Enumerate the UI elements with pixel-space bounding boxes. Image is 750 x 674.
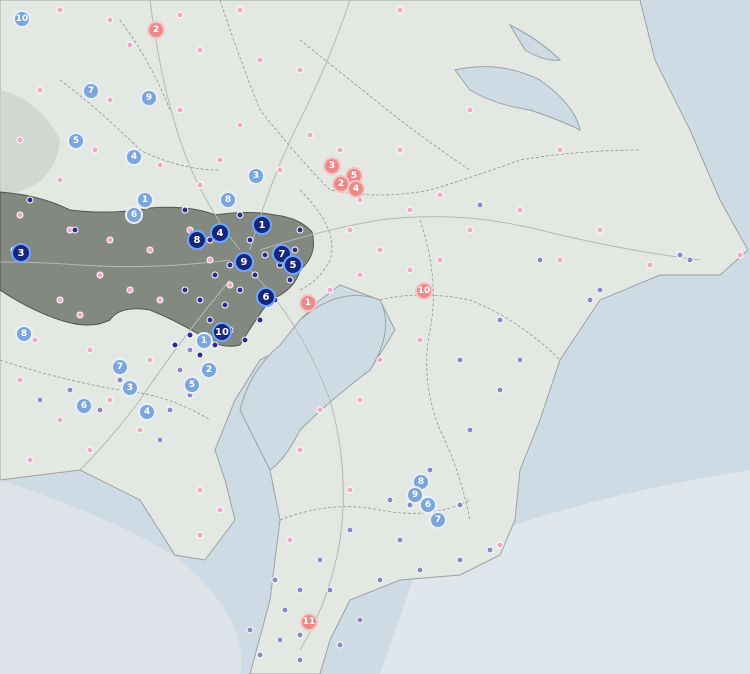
cluster-marker[interactable]: 5 [283,255,303,275]
cluster-marker[interactable]: 1 [299,294,317,312]
cluster-marker[interactable]: 1 [252,215,272,235]
cluster-marker[interactable]: 4 [347,180,365,198]
cluster-marker[interactable]: 10 [13,10,31,28]
cluster-marker[interactable]: 6 [256,287,276,307]
cluster-marker[interactable]: 4 [210,223,230,243]
cluster-marker[interactable]: 3 [247,167,265,185]
cluster-marker[interactable]: 10 [415,282,433,300]
map-view[interactable]: 10 7 9 5 4 3 1 6 8 8 1 2 7 3 5 6 4 8 9 6… [0,0,750,674]
cluster-marker[interactable]: 6 [125,206,143,224]
cluster-marker[interactable]: 2 [200,361,218,379]
cluster-marker[interactable]: 1 [195,332,213,350]
cluster-marker[interactable]: 8 [15,325,33,343]
cluster-marker[interactable]: 3 [323,157,341,175]
cluster-marker[interactable]: 8 [219,191,237,209]
cluster-marker[interactable]: 5 [67,132,85,150]
cluster-marker[interactable]: 3 [11,243,31,263]
cluster-marker[interactable]: 7 [429,511,447,529]
cluster-marker[interactable]: 4 [125,148,143,166]
cluster-marker[interactable]: 2 [147,21,165,39]
cluster-marker[interactable]: 7 [82,82,100,100]
cluster-marker[interactable]: 9 [140,89,158,107]
cluster-marker[interactable]: 11 [300,613,318,631]
cluster-marker[interactable]: 3 [121,379,139,397]
cluster-marker[interactable]: 6 [75,397,93,415]
cluster-marker[interactable]: 5 [183,376,201,394]
cluster-marker[interactable]: 1 [136,191,154,209]
cluster-marker[interactable]: 7 [111,358,129,376]
cluster-marker[interactable]: 10 [212,322,232,342]
cluster-marker[interactable]: 9 [234,252,254,272]
cluster-marker[interactable]: 8 [187,230,207,250]
map-base-layer [0,0,750,674]
cluster-marker[interactable]: 4 [138,403,156,421]
